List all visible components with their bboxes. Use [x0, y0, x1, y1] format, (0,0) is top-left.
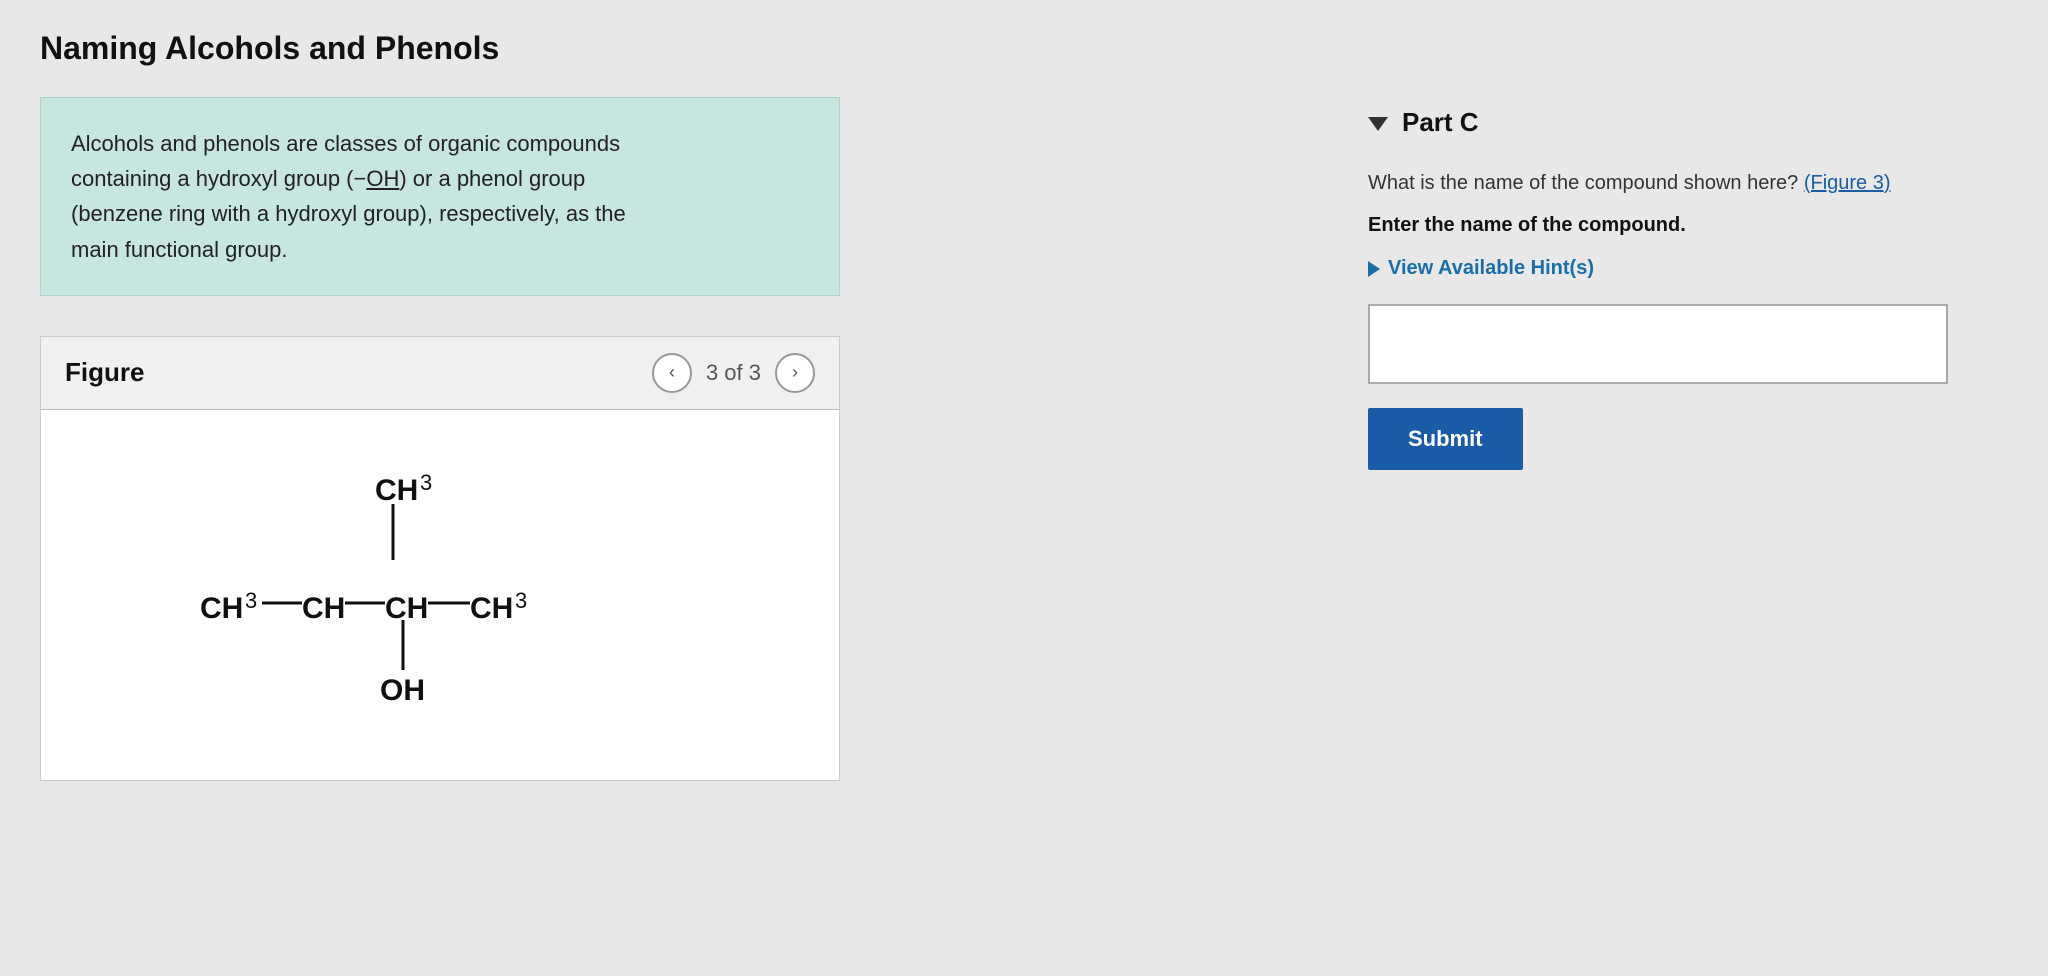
figure-label: Figure: [65, 357, 144, 388]
figure-link[interactable]: (Figure 3): [1804, 172, 1891, 194]
page-container: Naming Alcohols and Phenols Alcohols and…: [0, 0, 2048, 976]
prev-figure-button[interactable]: ‹: [652, 353, 692, 393]
svg-text:CH: CH: [200, 592, 243, 625]
svg-text:CH: CH: [375, 474, 418, 507]
instruction-text: Enter the name of the compound.: [1368, 214, 2008, 237]
figure-counter: 3 of 3: [706, 360, 761, 386]
question-text: What is the name of the compound shown h…: [1368, 168, 2008, 198]
svg-text:3: 3: [245, 588, 257, 613]
main-functional-text: main functional: [71, 237, 219, 262]
figure-section: Figure ‹ 3 of 3 › CH 3 CH 3: [40, 336, 840, 781]
svg-text:CH: CH: [385, 592, 428, 625]
figure-header: Figure ‹ 3 of 3 ›: [41, 337, 839, 410]
figure-nav: ‹ 3 of 3 ›: [652, 353, 815, 393]
svg-text:CH: CH: [302, 592, 345, 625]
submit-button[interactable]: Submit: [1368, 408, 1523, 470]
part-c-header: Part C: [1368, 107, 2008, 138]
hints-link[interactable]: View Available Hint(s): [1368, 257, 2008, 280]
svg-text:3: 3: [515, 588, 527, 613]
hints-label: View Available Hint(s): [1388, 257, 1594, 280]
answer-input[interactable]: [1368, 304, 1948, 384]
part-c-title: Part C: [1402, 107, 1479, 138]
svg-text:OH: OH: [380, 674, 425, 707]
svg-text:3: 3: [420, 470, 432, 495]
svg-text:CH: CH: [470, 592, 513, 625]
figure-content: CH 3 CH 3 CH CH CH 3 OH: [41, 410, 839, 780]
page-title: Naming Alcohols and Phenols: [40, 30, 2008, 67]
dropdown-arrow-icon[interactable]: [1368, 117, 1388, 131]
chemical-structure-svg: CH 3 CH 3 CH CH CH 3 OH: [180, 450, 700, 730]
next-figure-button[interactable]: ›: [775, 353, 815, 393]
main-content: Alcohols and phenols are classes of orga…: [40, 97, 2008, 781]
hints-arrow-icon: [1368, 261, 1380, 277]
right-panel: Part C What is the name of the compound …: [1328, 97, 2008, 781]
info-box: Alcohols and phenols are classes of orga…: [40, 97, 840, 296]
left-panel: Alcohols and phenols are classes of orga…: [40, 97, 1328, 781]
